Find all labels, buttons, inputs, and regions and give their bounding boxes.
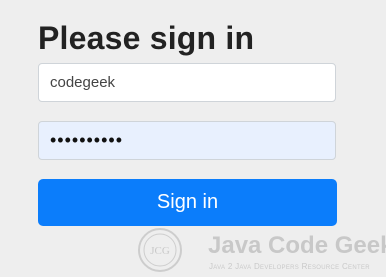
password-input[interactable]	[38, 121, 336, 160]
watermark: JCG Java Code Geeks Java 2 Java Develope…	[135, 224, 386, 276]
sign-in-button[interactable]: Sign in	[38, 179, 337, 226]
username-input[interactable]	[38, 63, 336, 102]
jcg-logo-icon: JCG	[138, 228, 182, 272]
brand-name: Java Code Geeks	[208, 232, 386, 259]
page-title: Please sign in	[38, 20, 255, 56]
brand-tagline: Java 2 Java Developers Resource Center	[209, 262, 370, 271]
jcg-logo-text: JCG	[150, 245, 170, 257]
